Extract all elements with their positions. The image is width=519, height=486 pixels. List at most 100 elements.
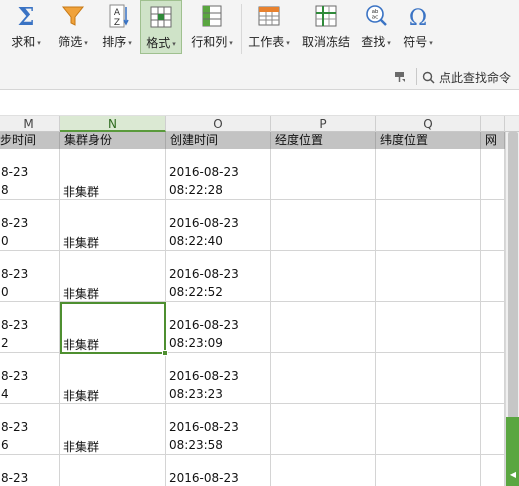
cell-time-text: 0 (1, 285, 9, 299)
find-button[interactable]: ab ac 查找 ▾ (356, 0, 396, 54)
rows-columns-icon (202, 5, 222, 27)
cell-n[interactable] (60, 455, 166, 486)
cell-p[interactable] (271, 404, 376, 455)
cell-o[interactable]: 2016-08-23 08:23:09 (166, 302, 271, 353)
cell-n[interactable]: 非集群 (60, 353, 166, 404)
cell-o[interactable]: 2016-08-23 (166, 455, 271, 486)
cell-o[interactable]: 2016-08-23 08:23:23 (166, 353, 271, 404)
column-header-q[interactable]: Q (376, 116, 481, 132)
cell-n[interactable]: 非集群 (60, 149, 166, 200)
symbol-button[interactable]: Ω 符号 ▾ (398, 0, 438, 54)
table-body: 8-23 8 非集群 2016-08-23 08:22:28 8-23 0 非集群 2016-0… (0, 149, 505, 486)
cell-p[interactable] (271, 302, 376, 353)
column-header-p[interactable]: P (271, 116, 376, 132)
cell-o[interactable]: 2016-08-23 08:23:58 (166, 404, 271, 455)
cell-m[interactable]: 8-23 0 (0, 200, 60, 251)
command-search-box[interactable]: 点此查找命令 (422, 68, 511, 86)
cell-p[interactable] (271, 353, 376, 404)
find-icon: ab ac (366, 5, 387, 26)
cell-q[interactable] (376, 353, 481, 404)
cell-date-text: 2016-08-23 (169, 216, 239, 230)
cell-date-text: 2016-08-23 (169, 471, 239, 485)
svg-text:Z: Z (114, 18, 120, 28)
cell-o[interactable]: 2016-08-23 08:22:40 (166, 200, 271, 251)
rows-columns-button[interactable]: 行和列 ▾ (186, 0, 238, 54)
chevron-down-icon: ▾ (172, 40, 176, 48)
funnel-icon (61, 6, 85, 26)
cell-time-text: 4 (1, 387, 9, 401)
cell-n[interactable]: 非集群 (60, 302, 166, 353)
chevron-down-icon: ▾ (429, 39, 433, 47)
cell-m[interactable]: 8-23 0 (0, 251, 60, 302)
cell-q[interactable] (376, 302, 481, 353)
column-header-r[interactable] (481, 116, 505, 132)
fill-handle[interactable] (162, 350, 168, 356)
format-button[interactable]: 格式 ▾ (140, 0, 182, 54)
cell-q[interactable] (376, 200, 481, 251)
cell-m[interactable]: 8-23 6 (0, 404, 60, 455)
worksheet-label: 工作表 (248, 35, 285, 49)
cell-q[interactable] (376, 251, 481, 302)
table-row: 8-23 2016-08-23 (0, 455, 505, 486)
svg-text:Ω: Ω (409, 6, 427, 29)
cell-q[interactable] (376, 149, 481, 200)
scrollbar-thumb[interactable] (508, 132, 518, 418)
cell-date-text: 8-23 (1, 471, 29, 485)
cell-r[interactable] (481, 353, 505, 404)
cell-cluster-text: 非集群 (63, 440, 100, 454)
cell-r[interactable] (481, 404, 505, 455)
cell-p[interactable] (271, 251, 376, 302)
filter-button[interactable]: 筛选 ▾ (52, 0, 94, 54)
cell-date-text: 2016-08-23 (169, 420, 239, 434)
cell-date-text: 2016-08-23 (169, 267, 239, 281)
sort-button[interactable]: A Z 排序 ▾ (96, 0, 138, 54)
header-cell-created-time[interactable]: 创建时间 (166, 132, 271, 149)
vertical-scrollbar[interactable]: ◀ (505, 132, 519, 486)
column-header-o[interactable]: O (166, 116, 271, 132)
cell-n[interactable]: 非集群 (60, 404, 166, 455)
collapse-arrow-icon[interactable]: ◀ (508, 470, 518, 480)
header-cell-network[interactable]: 网 (481, 132, 505, 149)
cell-p[interactable] (271, 200, 376, 251)
ribbon-toolbar: Σ 求和 ▾ 筛选 ▾ A Z 排序 ▾ 格式 ▾ 行和列 ▾ 工作表 ▾ 取消… (0, 0, 519, 64)
cell-p[interactable] (271, 149, 376, 200)
cell-date-text: 8-23 (1, 165, 29, 179)
cell-r[interactable] (481, 200, 505, 251)
cell-date-text: 8-23 (1, 420, 29, 434)
header-cell-sync-time[interactable]: 步时间 (0, 132, 60, 149)
cell-cluster-text: 非集群 (63, 287, 100, 301)
formula-bar-area[interactable] (0, 90, 519, 116)
cell-m[interactable]: 8-23 4 (0, 353, 60, 404)
cell-m[interactable]: 8-23 (0, 455, 60, 486)
svg-text:A: A (114, 8, 121, 18)
cell-r[interactable] (481, 302, 505, 353)
table-row: 8-23 0 非集群 2016-08-23 08:22:40 (0, 200, 505, 251)
ribbon-pin-icon[interactable] (393, 70, 407, 84)
cell-n[interactable]: 非集群 (60, 251, 166, 302)
cell-p[interactable] (271, 455, 376, 486)
cell-m[interactable]: 8-23 2 (0, 302, 60, 353)
cell-o[interactable]: 2016-08-23 08:22:52 (166, 251, 271, 302)
column-header-m[interactable]: M (0, 116, 60, 132)
table-header-row: 步时间 集群身份 创建时间 经度位置 纬度位置 网 (0, 132, 519, 149)
cell-r[interactable] (481, 149, 505, 200)
chevron-down-icon: ▾ (128, 39, 132, 47)
cell-q[interactable] (376, 455, 481, 486)
worksheet-button[interactable]: 工作表 ▾ (244, 0, 294, 54)
chevron-down-icon: ▾ (387, 39, 391, 47)
header-cell-longitude[interactable]: 经度位置 (271, 132, 376, 149)
sum-button[interactable]: Σ 求和 ▾ (4, 0, 48, 54)
sort-az-icon: A Z (109, 4, 129, 28)
format-grid-icon (150, 6, 172, 28)
header-cell-cluster-identity[interactable]: 集群身份 (60, 132, 166, 149)
cell-r[interactable] (481, 251, 505, 302)
cell-q[interactable] (376, 404, 481, 455)
cell-n[interactable]: 非集群 (60, 200, 166, 251)
cell-r[interactable] (481, 455, 505, 486)
table-row: 8-23 8 非集群 2016-08-23 08:22:28 (0, 149, 505, 200)
unfreeze-panes-button[interactable]: 取消冻结 (298, 0, 354, 54)
cell-o[interactable]: 2016-08-23 08:22:28 (166, 149, 271, 200)
column-header-n[interactable]: N (60, 116, 166, 132)
cell-m[interactable]: 8-23 8 (0, 149, 60, 200)
header-cell-latitude[interactable]: 纬度位置 (376, 132, 481, 149)
